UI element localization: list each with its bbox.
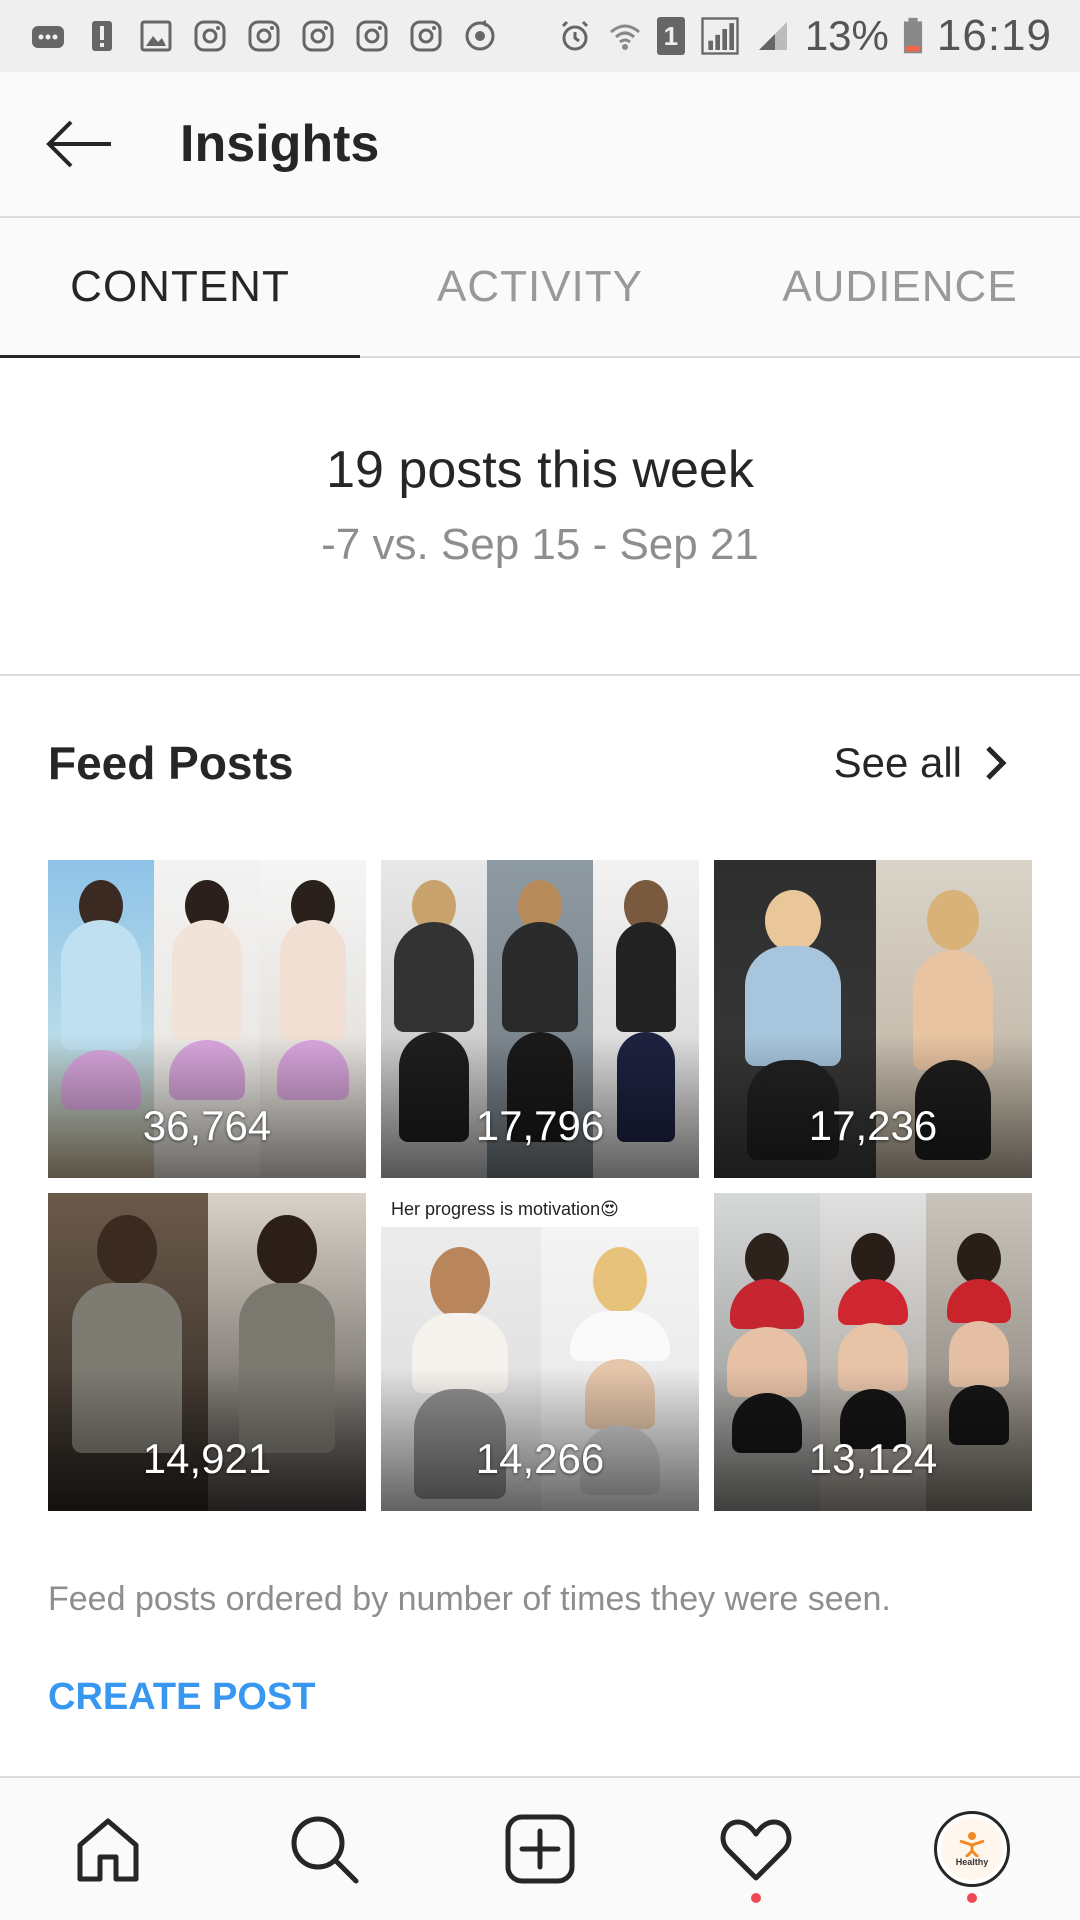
post-thumbnail[interactable]: Her progress is motivation😍 14,266 [381, 1193, 699, 1511]
instagram-icon [410, 20, 442, 52]
back-arrow-icon [46, 120, 111, 168]
activity-heart-icon [720, 1819, 792, 1881]
nav-profile[interactable]: Healthy [912, 1789, 1032, 1909]
post-impressions: 14,921 [142, 1435, 272, 1482]
battery-icon [903, 17, 922, 54]
home-icon [77, 1818, 139, 1882]
search-icon [291, 1816, 359, 1884]
alert-icon [92, 21, 112, 51]
alarm-icon [561, 20, 588, 51]
posts-summary: 19 posts this week -7 vs. Sep 15 - Sep 2… [0, 360, 1080, 676]
feed-posts-title: Feed Posts [48, 737, 294, 789]
sync-icon [465, 20, 495, 51]
tab-activity[interactable]: ACTIVITY [360, 218, 720, 356]
signal-icon [701, 17, 739, 55]
nav-search[interactable] [264, 1789, 384, 1909]
tab-audience[interactable]: AUDIENCE [720, 218, 1080, 356]
insights-tabs: CONTENT ACTIVITY AUDIENCE [0, 218, 1080, 358]
posts-comparison: -7 vs. Sep 15 - Sep 21 [321, 520, 759, 569]
feed-posts-grid: 36,764 17,796 17,236 14,921 Her progress… [48, 860, 1032, 1511]
bottom-navigation: Healthy [0, 1776, 1080, 1920]
create-post-button[interactable]: CREATE POST [48, 1676, 315, 1719]
post-thumbnail[interactable]: 17,236 [714, 860, 1032, 1178]
nav-new-post[interactable] [480, 1789, 600, 1909]
see-all-label: See all [833, 739, 962, 786]
clock: 16:19 [936, 11, 1052, 60]
app-header: Insights [0, 72, 1080, 218]
see-all-link[interactable]: See all [834, 739, 1008, 787]
image-icon [140, 20, 172, 52]
notification-dot [751, 1893, 761, 1903]
post-impressions: 13,124 [808, 1435, 938, 1482]
battery-percent: 13% [804, 12, 889, 59]
instagram-icon [194, 20, 226, 52]
wifi-icon [609, 24, 640, 50]
chevron-right-icon [986, 746, 1007, 780]
post-impressions: 14,266 [475, 1435, 605, 1482]
signal-icon [758, 22, 787, 50]
instagram-icon [302, 20, 334, 52]
post-thumbnail[interactable]: 36,764 [48, 860, 366, 1178]
new-post-icon [505, 1814, 575, 1884]
feed-posts-note: Feed posts ordered by number of times th… [48, 1580, 891, 1618]
profile-logo-icon [959, 1832, 985, 1857]
profile-avatar-label: Healthy [955, 1857, 989, 1867]
sim-icon: 1 [656, 17, 685, 55]
nav-home[interactable] [48, 1789, 168, 1909]
status-bar-system: 1 13% 16:19 [557, 11, 1052, 61]
tab-content[interactable]: CONTENT [0, 218, 360, 358]
profile-avatar: Healthy [934, 1811, 1010, 1887]
notification-dot [967, 1893, 977, 1903]
posts-count-title: 19 posts this week [326, 441, 754, 499]
page-title: Insights [180, 115, 380, 173]
message-icon [32, 26, 64, 48]
back-button[interactable] [24, 89, 134, 199]
instagram-icon [356, 20, 388, 52]
post-caption: Her progress is motivation😍 [391, 1199, 619, 1219]
post-impressions: 17,796 [475, 1102, 605, 1149]
status-bar-notifications [30, 18, 498, 54]
feed-posts-header: Feed Posts See all [48, 728, 1008, 798]
post-thumbnail[interactable]: 13,124 [714, 1193, 1032, 1511]
post-impressions: 17,236 [808, 1102, 938, 1149]
post-impressions: 36,764 [142, 1102, 272, 1149]
instagram-icon [248, 20, 280, 52]
status-bar: 1 13% 16:19 [0, 0, 1080, 72]
nav-activity[interactable] [696, 1789, 816, 1909]
post-thumbnail[interactable]: 14,921 [48, 1193, 366, 1511]
post-thumbnail[interactable]: 17,796 [381, 860, 699, 1178]
